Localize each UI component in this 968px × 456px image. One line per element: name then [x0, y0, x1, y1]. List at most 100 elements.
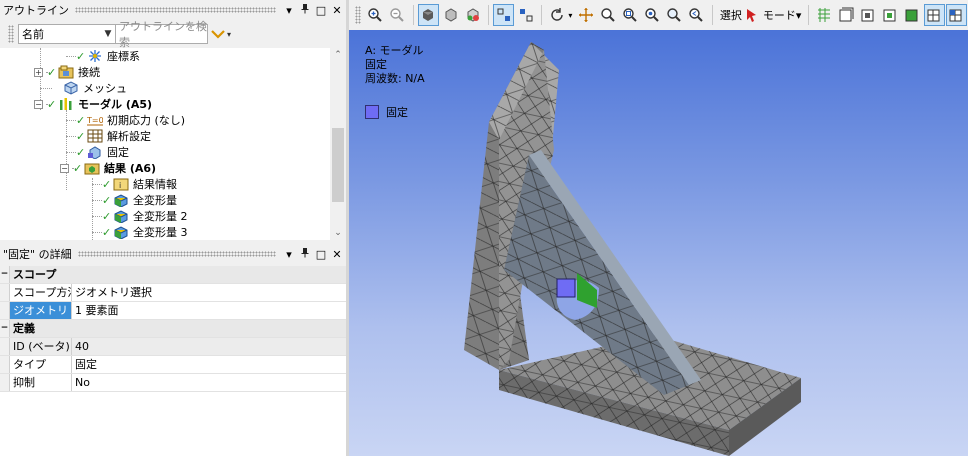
outline-scrollbar[interactable]: ⌃ ⌄	[330, 48, 346, 240]
tree-item-mesh[interactable]: ✓ メッシュ	[52, 80, 127, 96]
rotate-dropdown-icon[interactable]: ▾	[568, 11, 572, 20]
outline-filter-button[interactable]: ▾	[208, 24, 234, 44]
left-pane: アウトライン ▾ □ ✕ 名前 ▼ アウトラインを検索 ▾ ✓ 座標系 + ✓ …	[0, 0, 346, 456]
shaded-cube-icon[interactable]	[417, 4, 439, 26]
details-close-icon[interactable]: ✕	[330, 248, 344, 261]
select-mesh-icon[interactable]	[923, 4, 945, 26]
property-value[interactable]: No	[72, 374, 346, 391]
rotate-icon[interactable]	[546, 4, 567, 26]
pan-icon[interactable]	[575, 4, 596, 26]
property-key: ジオメトリ	[10, 302, 72, 319]
zoom-out-icon[interactable]	[387, 4, 408, 26]
zoom-in-icon[interactable]	[365, 4, 386, 26]
outline-close-icon[interactable]: ✕	[330, 4, 344, 17]
initial-stress-icon: T=0	[87, 113, 103, 127]
select-body-icon[interactable]	[880, 4, 901, 26]
tree-item-connections[interactable]: + ✓ 接続	[34, 64, 100, 80]
tree-item-total-deformation-3[interactable]: ✓ 全変形量 3	[102, 224, 188, 240]
extend-selection-icon[interactable]	[902, 4, 923, 26]
details-dropdown-icon[interactable]: ▾	[282, 248, 296, 261]
tree-item-label: 固定	[107, 146, 129, 159]
select-vertex-icon[interactable]	[813, 4, 834, 26]
zoom-to-fit-icon[interactable]	[642, 4, 663, 26]
property-key: ID (ベータ)	[10, 338, 72, 355]
frequency-readout: 周波数: N/A	[365, 72, 425, 85]
outline-name-combo[interactable]: 名前 ▼	[18, 24, 116, 44]
graphics-viewport[interactable]: A: モーダル 固定 周波数: N/A 固定	[349, 30, 968, 456]
tree-item-label: 座標系	[107, 50, 140, 63]
tree-item-modal[interactable]: − ✓ モーダル (A5)	[34, 96, 152, 112]
expand-icon[interactable]: +	[34, 67, 43, 77]
show-vertices-icon[interactable]	[493, 4, 515, 26]
scroll-down-icon[interactable]: ⌄	[330, 228, 346, 238]
details-row-id[interactable]: ID (ベータ) 40	[0, 338, 346, 356]
tree-item-label: モーダル (A5)	[78, 98, 153, 111]
details-title-label: "固定" の詳細	[3, 248, 72, 261]
tree-item-solution[interactable]: − ✓ 結果 (A6)	[60, 160, 156, 176]
details-row-scope-method[interactable]: スコープ方法 ジオメトリ選択	[0, 284, 346, 302]
outline-scroll-thumb[interactable]	[332, 128, 344, 202]
total-deformation-icon	[113, 225, 129, 239]
modal-analysis-icon	[58, 97, 74, 111]
outline-title-grip[interactable]	[75, 7, 276, 13]
outline-title-label: アウトライン	[3, 4, 69, 17]
tree-item-solution-information[interactable]: ✓ i 結果情報	[102, 176, 177, 192]
check-icon: ✓	[102, 193, 112, 207]
tree-item-initial-stress[interactable]: ✓ T=0 初期応力 (なし)	[76, 112, 185, 128]
select-element-icon[interactable]	[945, 4, 968, 26]
mode-dropdown[interactable]: モード▾	[760, 4, 805, 26]
property-value[interactable]: 固定	[72, 356, 346, 373]
outline-toolbar-grip[interactable]	[8, 25, 14, 43]
outline-pin-icon[interactable]	[298, 3, 312, 17]
bracket-mesh-model[interactable]	[349, 30, 968, 456]
solution-icon	[84, 161, 100, 175]
svg-text:i: i	[119, 181, 121, 190]
tree-item-label: 全変形量 3	[133, 226, 188, 239]
select-face-icon[interactable]	[858, 4, 879, 26]
mesh-icon	[63, 81, 79, 95]
outline-maximize-icon[interactable]: □	[314, 4, 328, 17]
details-row-type[interactable]: タイプ 固定	[0, 356, 346, 374]
previous-view-icon[interactable]	[686, 4, 707, 26]
select-edge-icon[interactable]	[835, 4, 856, 26]
toolbar-grip[interactable]	[355, 6, 361, 24]
check-icon: ✓	[102, 209, 112, 223]
check-icon: ✓	[47, 65, 57, 79]
edge-color-icon[interactable]	[462, 4, 483, 26]
collapse-icon[interactable]: −	[34, 99, 43, 109]
details-pin-icon[interactable]	[298, 247, 312, 261]
details-category-definition[interactable]: − 定義	[0, 320, 346, 338]
analysis-settings-icon	[87, 129, 103, 143]
tree-item-total-deformation-2[interactable]: ✓ 全変形量 2	[102, 208, 188, 224]
cluster-icon[interactable]	[515, 4, 536, 26]
property-value[interactable]: 1 要素面	[72, 302, 346, 319]
tree-item-label: 接続	[78, 66, 100, 79]
zoom-icon[interactable]	[597, 4, 618, 26]
scroll-up-icon[interactable]: ⌃	[330, 50, 346, 60]
wireframe-cube-icon[interactable]	[440, 4, 461, 26]
details-row-suppressed[interactable]: 抑制 No	[0, 374, 346, 392]
tree-item-total-deformation[interactable]: ✓ 全変形量	[102, 192, 177, 208]
select-label[interactable]: 選択	[717, 4, 745, 26]
details-title-grip[interactable]	[77, 251, 276, 257]
box-zoom-icon[interactable]	[620, 4, 641, 26]
property-value[interactable]: ジオメトリ選択	[72, 284, 346, 301]
collapse-icon[interactable]: −	[0, 320, 10, 337]
legend-label: 固定	[386, 106, 408, 119]
details-category-scope[interactable]: − スコープ	[0, 266, 346, 284]
collapse-icon[interactable]: −	[0, 266, 10, 283]
tree-item-label: 解析設定	[107, 130, 151, 143]
collapse-icon[interactable]: −	[60, 163, 69, 173]
viewport-annotation: A: モーダル 固定 周波数: N/A	[365, 44, 425, 86]
details-maximize-icon[interactable]: □	[314, 248, 328, 261]
tree-item-analysis-settings[interactable]: ✓ 解析設定	[76, 128, 151, 144]
tree-item-coordinate-system[interactable]: ✓ 座標系	[76, 48, 140, 64]
magnifier-window-icon[interactable]	[664, 4, 685, 26]
outline-dropdown-icon[interactable]: ▾	[282, 4, 296, 17]
check-icon: ✓	[73, 161, 83, 175]
details-row-geometry[interactable]: ジオメトリ 1 要素面	[0, 302, 346, 320]
check-icon: ✓	[76, 129, 86, 143]
select-pointer-icon[interactable]	[745, 4, 759, 26]
tree-item-fixed-support[interactable]: ✓ 固定	[76, 144, 129, 160]
outline-search-input[interactable]: アウトラインを検索	[116, 20, 208, 49]
